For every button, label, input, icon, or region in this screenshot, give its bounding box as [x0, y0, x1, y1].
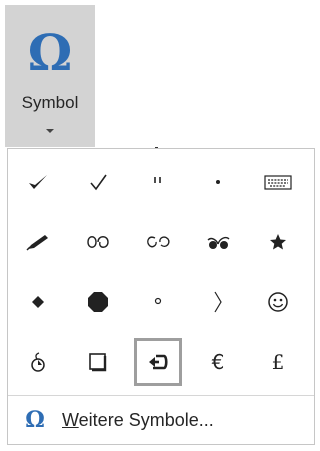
- bomb-icon: [31, 352, 45, 372]
- star-icon: [270, 234, 286, 250]
- symbol-ornament-1[interactable]: [74, 218, 122, 266]
- symbol-smiley[interactable]: [254, 278, 302, 326]
- ornament-icon: [147, 236, 170, 248]
- pen-icon: [26, 235, 48, 251]
- symbol-euro[interactable]: €: [194, 338, 242, 386]
- symbol-octagon[interactable]: [74, 278, 122, 326]
- symbol-star[interactable]: [254, 218, 302, 266]
- symbol-double-quote[interactable]: [134, 158, 182, 206]
- smiley-icon: [268, 292, 288, 312]
- diamond-icon: [32, 296, 44, 308]
- more-symbols-rest: eitere Symbole...: [78, 409, 214, 430]
- symbol-button-label: Symbol: [21, 93, 79, 112]
- ornament-icon: [87, 236, 109, 248]
- symbol-ornament-3[interactable]: [194, 218, 242, 266]
- chevron-down-icon: [46, 129, 54, 133]
- symbol-keyboard[interactable]: [254, 158, 302, 206]
- symbol-dropdown: € £ Ω Weitere Symbole...: [7, 148, 315, 445]
- return-arrow-icon: [149, 354, 168, 370]
- dot-icon: [216, 180, 220, 184]
- check-icon: [90, 174, 107, 191]
- more-symbols-label: Weitere Symbole...: [62, 410, 214, 431]
- symbol-middle-dot[interactable]: [194, 158, 242, 206]
- more-symbols-menu-item[interactable]: Ω Weitere Symbole...: [8, 396, 314, 444]
- double-quote-icon: [154, 177, 161, 183]
- symbol-return-arrow[interactable]: [134, 338, 182, 386]
- symbol-degree[interactable]: [134, 278, 182, 326]
- symbol-diamond[interactable]: [14, 278, 62, 326]
- symbol-ribbon-button[interactable]: Ω Symbol: [5, 5, 95, 147]
- symbol-ballot-box[interactable]: [74, 338, 122, 386]
- symbol-angle-bracket[interactable]: [194, 278, 242, 326]
- keyboard-icon: [264, 175, 292, 190]
- degree-icon: [154, 297, 162, 305]
- angle-bracket-icon: [214, 291, 222, 313]
- symbol-check[interactable]: [74, 158, 122, 206]
- symbol-pound[interactable]: £: [254, 338, 302, 386]
- symbol-pen[interactable]: [14, 218, 62, 266]
- pound-icon: £: [271, 350, 285, 374]
- ornament-icon: [207, 236, 230, 249]
- omega-icon: Ω: [27, 23, 73, 82]
- symbol-ornament-2[interactable]: [134, 218, 182, 266]
- symbol-heavy-check[interactable]: [14, 158, 62, 206]
- euro-icon: €: [211, 350, 225, 374]
- octagon-icon: [88, 292, 108, 312]
- mnemonic-letter: W: [62, 409, 79, 430]
- ballot-box-icon: [89, 353, 107, 372]
- heavy-check-icon: [29, 175, 47, 189]
- omega-icon: Ω: [25, 407, 45, 433]
- symbol-bomb[interactable]: [14, 338, 62, 386]
